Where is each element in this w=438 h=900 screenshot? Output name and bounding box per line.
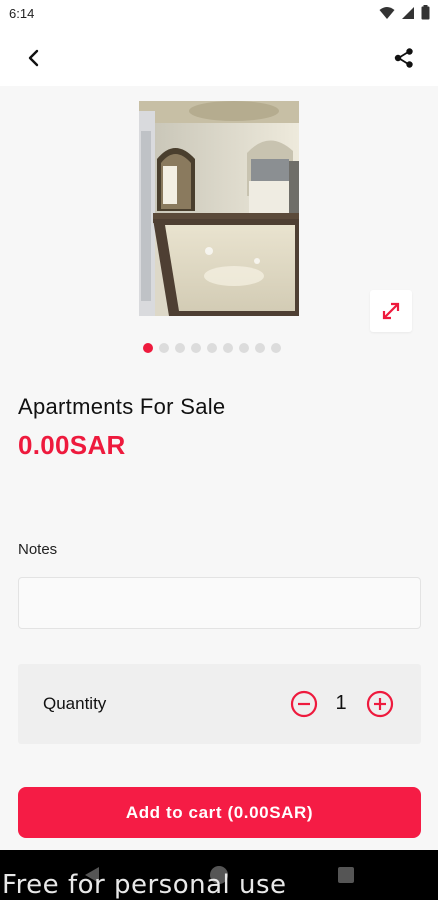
- pager-dot[interactable]: [143, 343, 153, 353]
- quantity-label: Quantity: [43, 694, 107, 713]
- plus-circle-icon: [366, 690, 394, 718]
- minus-circle-icon: [290, 690, 318, 718]
- notes-input[interactable]: [18, 577, 421, 629]
- pager-dot[interactable]: [271, 343, 281, 353]
- pager-dot[interactable]: [207, 343, 217, 353]
- watermark-text: Free for personal use: [2, 870, 287, 900]
- back-arrow-icon: [28, 49, 39, 67]
- app-bar: [0, 28, 438, 86]
- expand-image-button[interactable]: [370, 290, 412, 332]
- share-button[interactable]: [388, 42, 420, 74]
- quantity-value: 1: [335, 692, 347, 714]
- image-pager-dots: [143, 343, 281, 353]
- signal-icon: [402, 6, 414, 19]
- status-time: 6:14: [9, 6, 35, 21]
- pager-dot[interactable]: [191, 343, 201, 353]
- share-icon: [394, 48, 413, 68]
- product-price: 0.00SAR: [18, 430, 126, 460]
- status-bar: 6:14: [0, 0, 438, 28]
- product-title: Apartments For Sale: [18, 394, 226, 419]
- decrease-quantity-button[interactable]: [289, 689, 319, 719]
- expand-icon: [382, 302, 400, 320]
- back-button[interactable]: [18, 42, 50, 74]
- product-image[interactable]: [139, 101, 299, 316]
- increase-quantity-button[interactable]: [365, 689, 395, 719]
- pager-dot[interactable]: [255, 343, 265, 353]
- pager-dot[interactable]: [159, 343, 169, 353]
- battery-icon: [421, 5, 430, 20]
- status-icons: [379, 5, 430, 20]
- add-to-cart-button[interactable]: Add to cart (0.00SAR): [18, 787, 421, 838]
- pager-dot[interactable]: [223, 343, 233, 353]
- quantity-stepper: Quantity 1: [18, 664, 421, 744]
- pager-dot[interactable]: [239, 343, 249, 353]
- product-detail: Apartments For Sale 0.00SAR Notes Quanti…: [0, 86, 438, 850]
- nav-recents-icon[interactable]: [338, 867, 354, 883]
- notes-label: Notes: [18, 541, 58, 558]
- system-navigation-bar: Free for personal use: [0, 850, 438, 900]
- pager-dot[interactable]: [175, 343, 185, 353]
- apartment-photo: [139, 101, 299, 316]
- wifi-icon: [379, 6, 395, 19]
